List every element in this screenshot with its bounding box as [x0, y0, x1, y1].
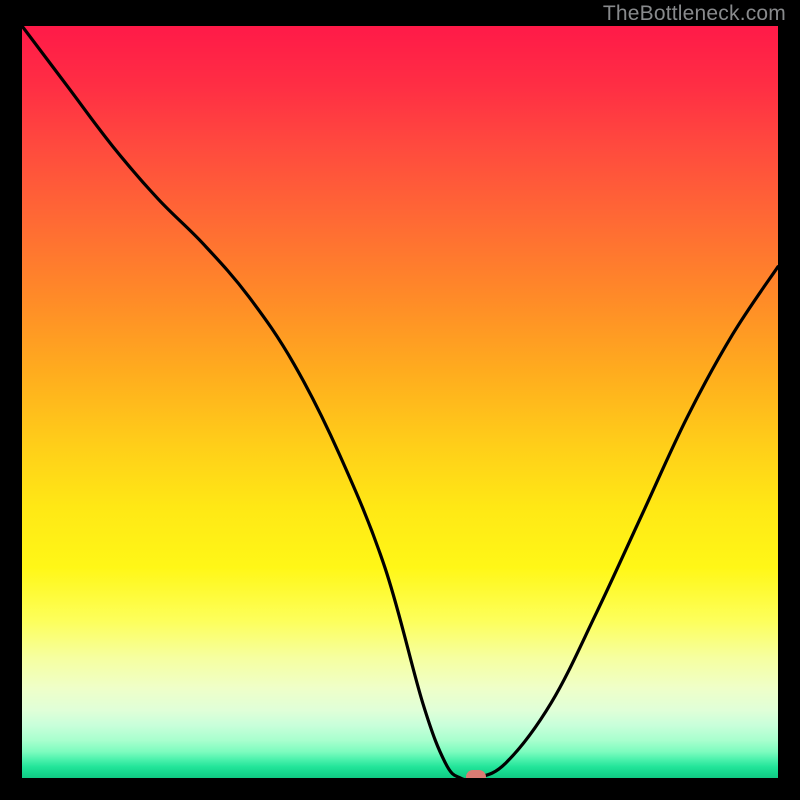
curve-svg [22, 26, 778, 778]
watermark-text: TheBottleneck.com [603, 2, 786, 26]
optimal-point-marker [466, 770, 486, 778]
plot-area [22, 26, 778, 778]
chart-frame: TheBottleneck.com [0, 0, 800, 800]
bottleneck-curve-path [22, 26, 778, 778]
